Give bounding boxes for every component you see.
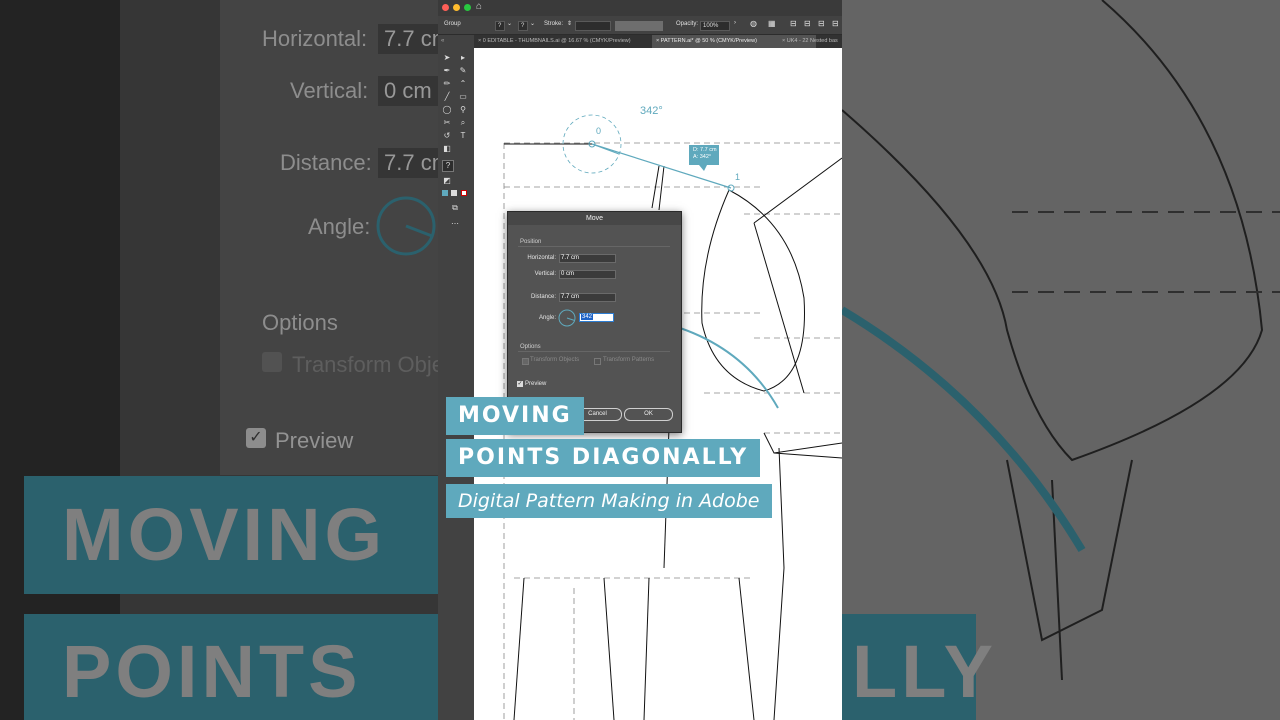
preview-label: Preview	[525, 381, 547, 387]
toolbar-collapse-icon[interactable]: «	[438, 35, 474, 48]
subtitle-line: Digital Pattern Making in Adobe	[446, 484, 772, 518]
transform-patterns-checkbox[interactable]	[594, 358, 601, 365]
anchor-point-tool-icon[interactable]: ⌃	[458, 79, 468, 89]
zoom-window-button[interactable]	[464, 4, 471, 11]
transform-patterns-label: Transform Patterns	[603, 357, 655, 363]
angle-input-selection: 342	[581, 314, 594, 320]
fill-swatch[interactable]: ?	[495, 21, 505, 31]
angle-dial-icon[interactable]	[557, 308, 577, 328]
distance-input[interactable]: 7.7 cm	[559, 293, 616, 302]
zoom-tool-icon[interactable]: ⌕	[458, 118, 468, 128]
stroke-dropdown-chevron-icon[interactable]: ⌄	[530, 20, 535, 27]
position-heading: Position	[520, 239, 542, 245]
line-segment-tool-icon[interactable]: ╱	[442, 92, 452, 102]
start-point-label: 0	[596, 126, 602, 136]
ellipse-tool-icon[interactable]: ◯	[442, 105, 452, 115]
stroke-weight-input[interactable]	[575, 21, 611, 31]
opacity-label[interactable]: Opacity:	[676, 21, 698, 27]
dialog-title: Move	[508, 212, 681, 225]
preview-checkbox-icon[interactable]: ✓	[517, 381, 523, 387]
close-window-button[interactable]	[442, 4, 449, 11]
title-line-moving: MOVING	[446, 397, 584, 435]
align-to-icon[interactable]: ▦	[768, 19, 776, 28]
rectangle-tool-icon[interactable]: ▭	[458, 92, 468, 102]
stroke-weight-stepper-icon[interactable]: ⇕	[567, 20, 572, 27]
minimize-window-button[interactable]	[453, 4, 460, 11]
screen-mode-icon[interactable]: ⧉	[450, 203, 460, 213]
scissors-tool-icon[interactable]: ✂	[442, 118, 452, 128]
help-icon[interactable]: ?	[442, 160, 454, 172]
curvature-tool-icon[interactable]: ✎	[458, 66, 468, 76]
opacity-chevron-icon[interactable]: ›	[734, 20, 736, 26]
direct-selection-tool-icon[interactable]: ▸	[458, 53, 468, 63]
align-left-icon[interactable]: ⊟	[790, 19, 797, 28]
horizontal-input[interactable]: 7.7 cm	[559, 254, 616, 263]
pen-tool-icon[interactable]: ✒	[442, 66, 452, 76]
control-bar: Group ? ⌄ ? ⌄ Stroke: ⇕ Opacity: 100% › …	[438, 16, 842, 35]
ok-button[interactable]: OK	[624, 408, 673, 421]
position-divider	[518, 246, 670, 247]
end-point-label: 1	[735, 172, 741, 182]
selection-tool-icon[interactable]: ➤	[442, 53, 452, 63]
options-divider	[518, 351, 670, 352]
align-center-icon[interactable]: ⊟	[804, 19, 811, 28]
smart-guide-angle: A: 342°	[693, 154, 712, 160]
recolor-icon[interactable]: ◍	[750, 19, 757, 28]
transform-objects-label: Transform Objects	[530, 357, 580, 363]
tab-label: UK4 - 22 Nested bas	[786, 38, 838, 44]
type-tool-icon[interactable]: T	[458, 131, 468, 141]
gradient-tool-icon[interactable]: ◧	[442, 144, 452, 154]
window-titlebar: ⌂	[438, 0, 842, 16]
horizontal-label: Horizontal:	[527, 255, 556, 261]
title-line-points-diagonally: POINTS DIAGONALLY	[446, 439, 761, 477]
tab-label: PATTERN.ai* @ 50 % (CMYK/Preview)	[660, 38, 757, 44]
smart-guide-distance: D: 7.7 cm	[693, 147, 717, 153]
tab-label: 0 EDITABLE - THUMBNAILS.ai @ 16.67 % (CM…	[482, 38, 631, 44]
stroke-swatch[interactable]: ?	[518, 21, 528, 31]
stroke-label[interactable]: Stroke:	[544, 21, 563, 27]
none-mode-icon[interactable]	[461, 190, 467, 196]
fill-dropdown-chevron-icon[interactable]: ⌄	[507, 20, 512, 27]
align-top-icon[interactable]: ⊟	[832, 19, 839, 28]
tab-thumbnails[interactable]: × 0 EDITABLE - THUMBNAILS.ai @ 16.67 % (…	[474, 35, 654, 48]
more-tools-icon[interactable]: ⋯	[450, 219, 460, 229]
align-right-icon[interactable]: ⊟	[818, 19, 825, 28]
vertical-input[interactable]: 0 cm	[559, 270, 616, 279]
selection-type-label: Group	[444, 21, 461, 27]
transform-objects-checkbox[interactable]	[522, 358, 529, 365]
home-icon[interactable]: ⌂	[476, 2, 482, 12]
color-mode-icon[interactable]	[442, 190, 448, 196]
eyedropper-tool-icon[interactable]: ⚲	[458, 105, 468, 115]
pencil-tool-icon[interactable]: ✏	[442, 79, 452, 89]
opacity-input[interactable]: 100%	[700, 21, 730, 31]
options-heading: Options	[520, 344, 541, 350]
vertical-label: Vertical:	[534, 271, 556, 277]
distance-label: Distance:	[530, 294, 556, 300]
rotate-tool-icon[interactable]: ↺	[442, 131, 452, 141]
tools-panel: ➤ ▸ ✒ ✎ ✏ ⌃ ╱ ▭ ◯ ⚲ ✂ ⌕ ↺ T ◧ ? ◩ ⧉ ⋯	[438, 48, 474, 720]
gradient-mode-icon[interactable]	[451, 190, 457, 196]
tab-uk4[interactable]: × UK4 - 22 Nested bas	[778, 35, 842, 48]
angle-label: Angle:	[538, 315, 556, 321]
fill-stroke-icon[interactable]: ◩	[442, 176, 452, 186]
angle-annotation: 342°	[640, 105, 663, 117]
angle-input[interactable]: 342	[579, 313, 614, 322]
variable-width-profile[interactable]	[615, 21, 663, 31]
document-tab-bar: × 0 EDITABLE - THUMBNAILS.ai @ 16.67 % (…	[474, 35, 842, 48]
